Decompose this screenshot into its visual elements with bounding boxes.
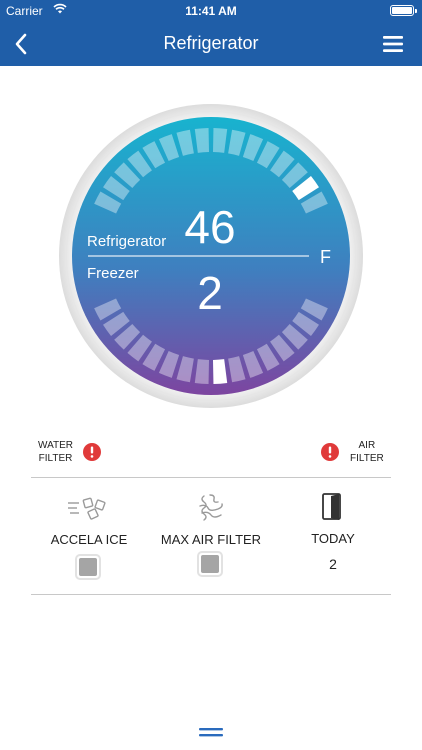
air-filter-label-line1: AIR (358, 440, 376, 451)
ice-cubes-icon (68, 497, 106, 520)
clock: 11:41 AM (185, 4, 237, 18)
water-filter-alert-icon[interactable] (83, 443, 101, 461)
temperature-unit[interactable]: F (320, 247, 331, 268)
navigation-bar: Refrigerator (0, 22, 422, 66)
max-air-filter-checkbox[interactable] (197, 551, 223, 577)
refrigerator-label: Refrigerator (87, 233, 167, 250)
freezer-temperature: 2 (197, 267, 223, 319)
water-filter-label: WATER FILTER (38, 439, 73, 465)
today-label: TODAY (311, 531, 355, 546)
water-filter-label-line1: WATER (38, 440, 73, 451)
divider-top (31, 477, 391, 478)
status-bar: Carrier 11:41 AM (0, 0, 422, 22)
temperature-dial[interactable] (58, 103, 364, 409)
page-title: Refrigerator (163, 33, 259, 53)
max-air-filter-label: MAX AIR FILTER (160, 532, 262, 547)
today-door-open-count: 2 (329, 556, 337, 572)
hamburger-menu-icon[interactable] (382, 34, 404, 54)
door-open-icon (322, 493, 341, 520)
divider-bottom (31, 594, 391, 595)
air-filter-icon (199, 494, 223, 521)
freezer-label: Freezer (87, 265, 139, 282)
air-filter-label: AIR FILTER (350, 439, 384, 465)
drawer-handle-icon[interactable] (199, 728, 223, 738)
accela-ice-checkbox[interactable] (75, 554, 101, 580)
air-filter-label-line2: FILTER (350, 453, 384, 464)
accela-ice-label: ACCELA ICE (50, 532, 128, 547)
water-filter-label-line2: FILTER (38, 453, 73, 464)
air-filter-alert-icon[interactable] (321, 443, 339, 461)
battery-icon (390, 5, 417, 16)
refrigerator-temperature: 46 (184, 201, 236, 253)
